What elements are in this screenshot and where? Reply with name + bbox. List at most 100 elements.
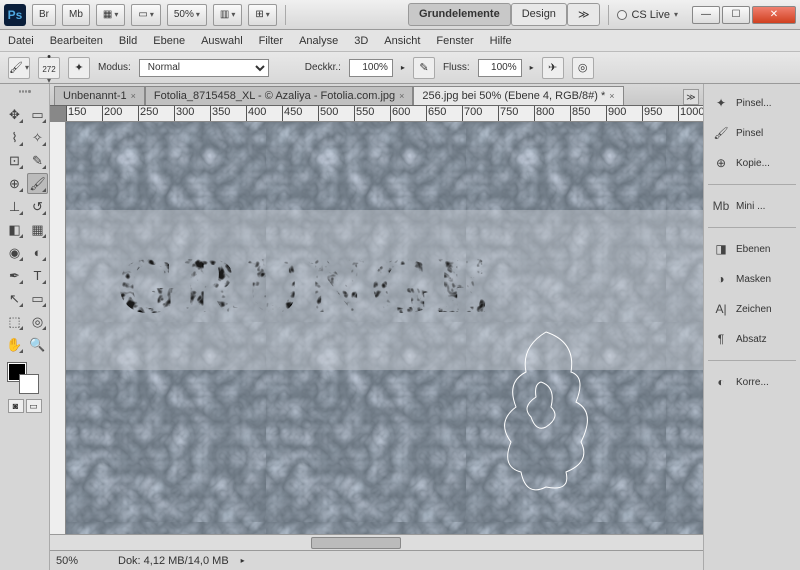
layers-icon: ◨ xyxy=(712,240,730,258)
3d-camera-tool[interactable]: ◎ xyxy=(27,311,48,332)
close-icon[interactable]: × xyxy=(399,91,404,101)
screen-mode-button[interactable]: ▭ xyxy=(131,4,160,26)
maximize-button[interactable]: ☐ xyxy=(722,6,750,24)
panel-pinsel[interactable]: 🖌Pinsel xyxy=(708,120,796,146)
path-select-tool[interactable]: ↖ xyxy=(4,288,25,309)
flow-field[interactable]: 100% xyxy=(478,59,522,77)
doc-tab-3[interactable]: 256.jpg bei 50% (Ebene 4, RGB/8#) *× xyxy=(413,86,623,105)
panel-pinsel-voreinst[interactable]: ✦Pinsel... xyxy=(708,90,796,116)
photoshop-icon[interactable]: Ps xyxy=(4,4,26,26)
menu-3d[interactable]: 3D xyxy=(354,35,368,47)
color-swatches[interactable] xyxy=(2,361,47,395)
menu-bearbeiten[interactable]: Bearbeiten xyxy=(50,35,103,47)
clone-source-icon: ⊕ xyxy=(712,154,730,172)
healing-tool[interactable]: ⊕ xyxy=(4,173,25,194)
menu-auswahl[interactable]: Auswahl xyxy=(201,35,243,47)
menu-ebene[interactable]: Ebene xyxy=(153,35,185,47)
horizontal-scrollbar[interactable] xyxy=(50,534,703,550)
screen-mode-cycle[interactable]: ▭ xyxy=(26,399,42,413)
tab-nav-more[interactable]: ≫ xyxy=(683,89,699,105)
panel-kopierquelle[interactable]: ⊕Kopie... xyxy=(708,150,796,176)
doc-tab-2[interactable]: Fotolia_8715458_XL - © Azaliya - Fotolia… xyxy=(145,86,414,105)
extras-button[interactable]: ▥ xyxy=(213,4,242,26)
minibridge-button[interactable]: Mb xyxy=(62,4,90,26)
minimize-button[interactable]: — xyxy=(692,6,720,24)
options-bar: 🖌 •272 ✦ Modus: Normal Deckkr.: 100%▸ ✎ … xyxy=(0,52,800,84)
gradient-tool[interactable]: ▦ xyxy=(27,219,48,240)
workspace-grundelemente[interactable]: Grundelemente xyxy=(408,3,511,26)
menu-fenster[interactable]: Fenster xyxy=(436,35,473,47)
canvas[interactable]: GRUNGE xyxy=(66,122,703,534)
status-dok[interactable]: Dok: 4,12 MB/14,0 MB xyxy=(118,555,229,567)
workspace-more[interactable]: ≫ xyxy=(567,3,601,26)
masks-icon: ◑ xyxy=(712,270,730,288)
document-tabs: Unbenannt-1× Fotolia_8715458_XL - © Azal… xyxy=(50,84,703,106)
status-zoom[interactable]: 50% xyxy=(56,555,106,567)
panel-masken[interactable]: ◑Masken xyxy=(708,266,796,292)
crop-tool[interactable]: ⊡ xyxy=(4,150,25,171)
close-button[interactable]: ✕ xyxy=(752,6,796,24)
airbrush-icon[interactable]: ✈ xyxy=(542,57,564,79)
character-icon: A| xyxy=(712,300,730,318)
lasso-tool[interactable]: ⌇ xyxy=(4,127,25,148)
adjustments-icon: ◐ xyxy=(712,373,730,391)
menu-ansicht[interactable]: Ansicht xyxy=(384,35,420,47)
minibridge-icon: Mb xyxy=(712,197,730,215)
horizontal-ruler[interactable]: 1502002503003504004505005506006507007508… xyxy=(66,106,703,122)
panel-korrekturen[interactable]: ◐Korre... xyxy=(708,369,796,395)
3d-tool[interactable]: ⬚ xyxy=(4,311,25,332)
type-tool[interactable]: T xyxy=(27,265,48,286)
pen-tool[interactable]: ✒ xyxy=(4,265,25,286)
eyedropper-tool[interactable]: ✎ xyxy=(27,150,48,171)
tablet-size-icon[interactable]: ◎ xyxy=(572,57,594,79)
dodge-tool[interactable]: ◐ xyxy=(27,242,48,263)
vertical-ruler[interactable] xyxy=(50,122,66,534)
blend-mode-select[interactable]: Normal xyxy=(139,59,269,77)
menu-datei[interactable]: Datei xyxy=(8,35,34,47)
quick-mask-button[interactable]: ◙ xyxy=(8,399,24,413)
menubar: Datei Bearbeiten Bild Ebene Auswahl Filt… xyxy=(0,30,800,52)
background-swatch[interactable] xyxy=(20,375,38,393)
tool-preset-picker[interactable]: 🖌 xyxy=(8,57,30,79)
close-icon[interactable]: × xyxy=(609,91,614,101)
menu-hilfe[interactable]: Hilfe xyxy=(490,35,512,47)
eraser-tool[interactable]: ◧ xyxy=(4,219,25,240)
magic-wand-tool[interactable]: ✧ xyxy=(27,127,48,148)
brush-preset-picker[interactable]: •272 xyxy=(38,57,60,79)
hand-tool[interactable]: ✋ xyxy=(4,334,25,355)
panel-minibridge[interactable]: MbMini ... xyxy=(708,193,796,219)
cslive-button[interactable]: CS Live xyxy=(617,9,678,21)
stamp-tool[interactable]: ⊥ xyxy=(4,196,25,217)
panel-absatz[interactable]: ¶Absatz xyxy=(708,326,796,352)
panel-zeichen[interactable]: A|Zeichen xyxy=(708,296,796,322)
brush-panel-toggle[interactable]: ✦ xyxy=(68,57,90,79)
brush-preset-icon: ✦ xyxy=(712,94,730,112)
modus-label: Modus: xyxy=(98,62,131,73)
zoom-level-dropdown[interactable]: 50% xyxy=(167,4,207,26)
scrollbar-thumb[interactable] xyxy=(311,537,401,549)
bridge-button[interactable]: Br xyxy=(32,4,56,26)
menu-analyse[interactable]: Analyse xyxy=(299,35,338,47)
menu-bild[interactable]: Bild xyxy=(119,35,137,47)
panel-ebenen[interactable]: ◨Ebenen xyxy=(708,236,796,262)
tablet-opacity-icon[interactable]: ✎ xyxy=(413,57,435,79)
guides-button[interactable]: ⊞ xyxy=(248,4,276,26)
history-brush-tool[interactable]: ↺ xyxy=(27,196,48,217)
workspace-design[interactable]: Design xyxy=(511,3,567,26)
zoom-tool[interactable]: 🔍 xyxy=(27,334,48,355)
collapsed-panels: ✦Pinsel... 🖌Pinsel ⊕Kopie... MbMini ... … xyxy=(703,84,800,570)
shape-tool[interactable]: ▭ xyxy=(27,288,48,309)
marquee-tool[interactable]: ▭ xyxy=(27,104,48,125)
arrange-docs-button[interactable]: ▦ xyxy=(96,4,125,26)
doc-tab-1[interactable]: Unbenannt-1× xyxy=(54,86,145,105)
close-icon[interactable]: × xyxy=(131,91,136,101)
menu-filter[interactable]: Filter xyxy=(259,35,283,47)
brush-icon: 🖌 xyxy=(712,124,730,142)
toolbox-grip[interactable] xyxy=(19,90,31,100)
toolbox: ✥ ▭ ⌇ ✧ ⊡ ✎ ⊕ 🖌 ⊥ ↺ ◧ ▦ ◉ ◐ ✒ T ↖ ▭ ⬚ ◎ … xyxy=(0,84,50,570)
workspace-switcher: Grundelemente Design ≫ xyxy=(408,3,600,26)
move-tool[interactable]: ✥ xyxy=(4,104,25,125)
brush-tool[interactable]: 🖌 xyxy=(27,173,48,194)
blur-tool[interactable]: ◉ xyxy=(4,242,25,263)
opacity-field[interactable]: 100% xyxy=(349,59,393,77)
